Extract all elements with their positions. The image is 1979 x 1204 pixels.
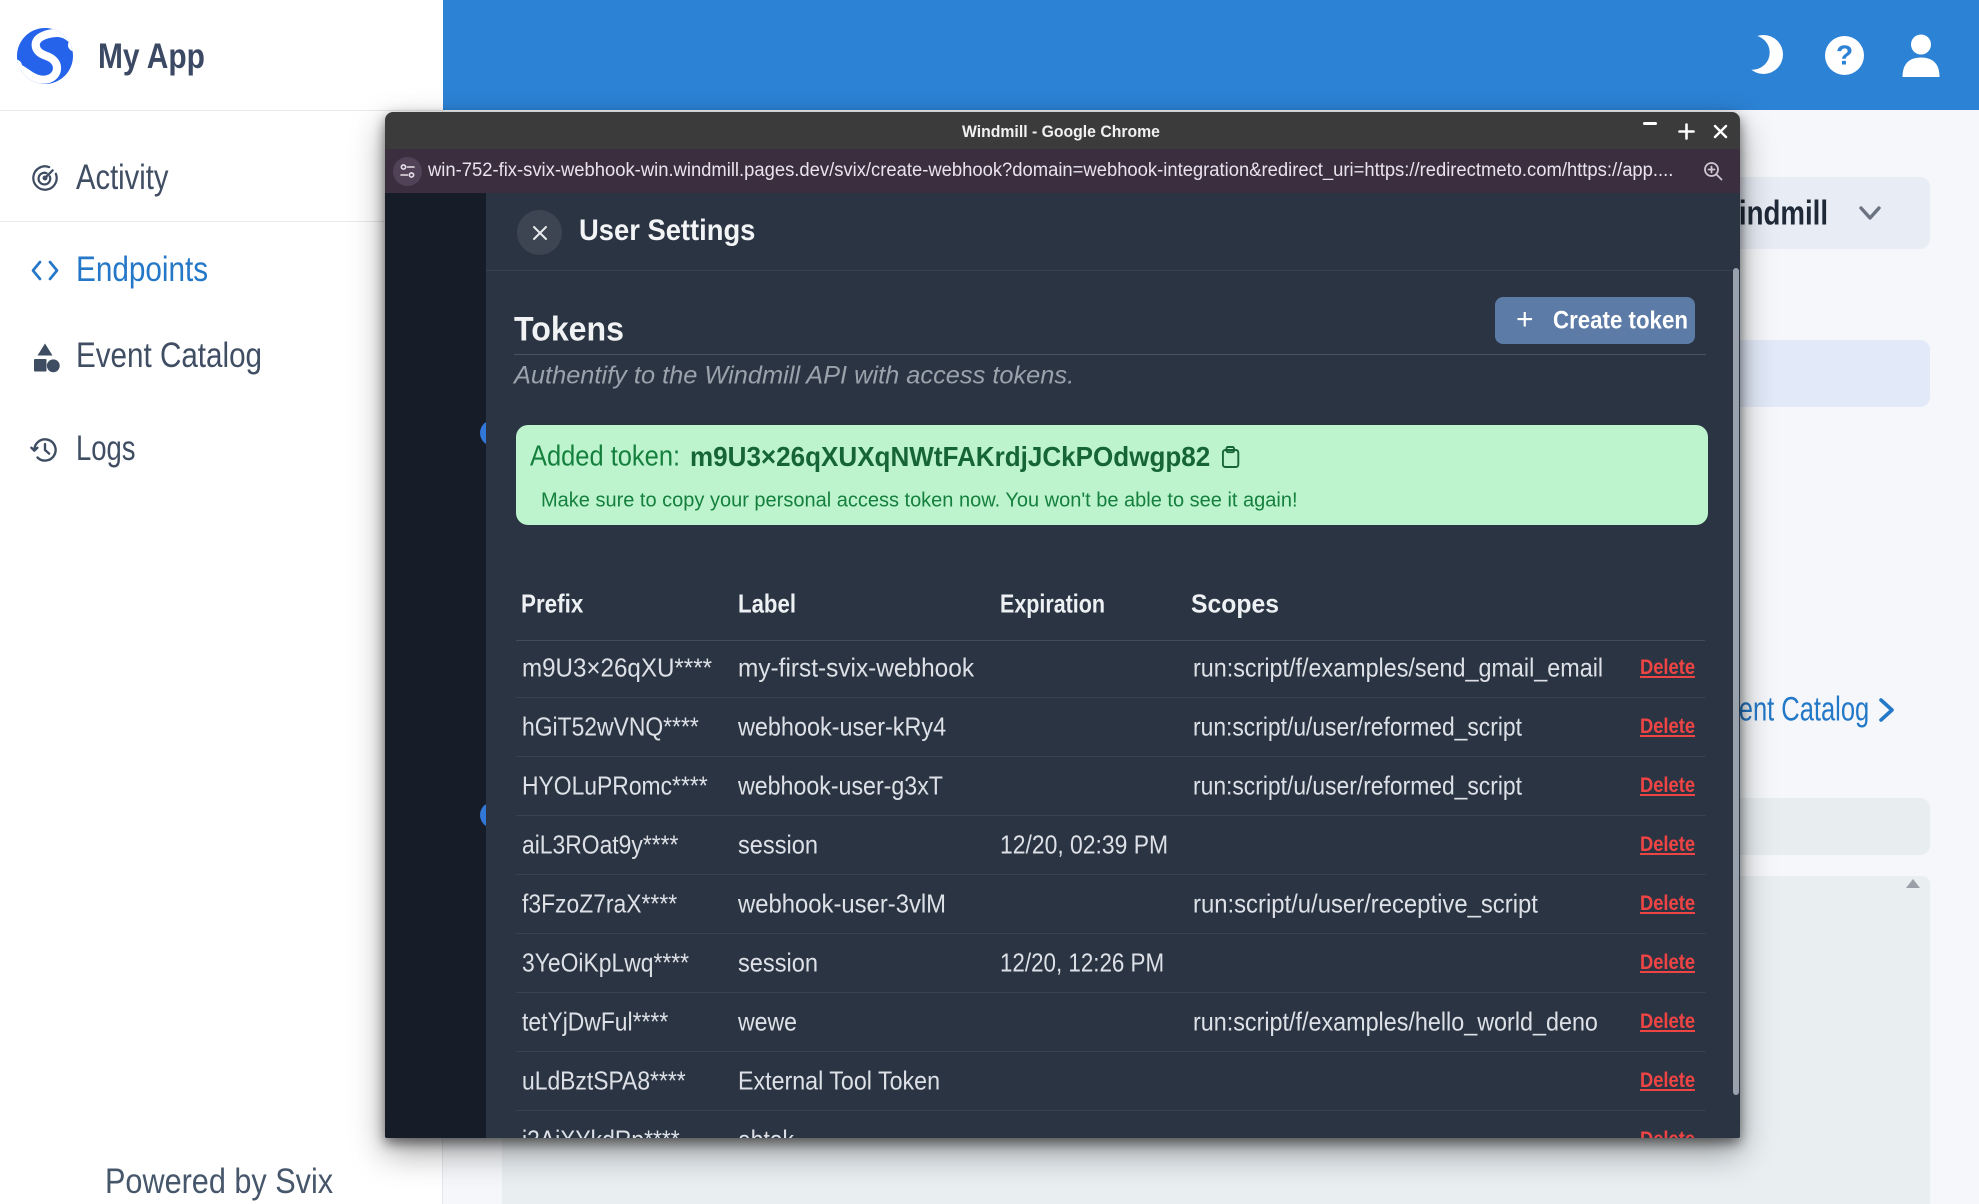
svg-text:?: ? xyxy=(1836,40,1853,71)
